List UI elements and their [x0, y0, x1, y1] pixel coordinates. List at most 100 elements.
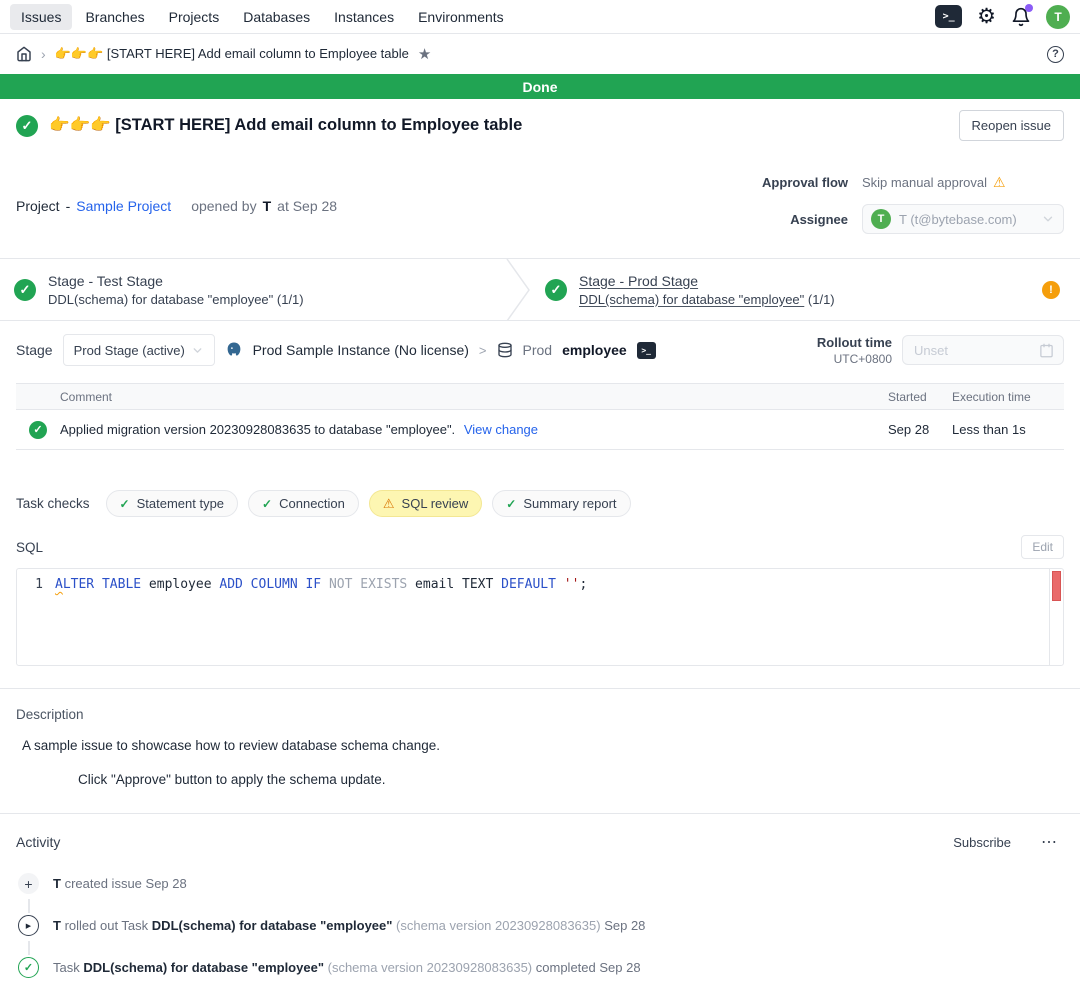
activity-item-text: T rolled out Task DDL(schema) for databa… — [53, 918, 645, 933]
column-header-started: Started — [888, 390, 952, 404]
more-options-icon[interactable]: ⋯ — [1035, 831, 1064, 853]
stage-test-subtitle: DDL(schema) for database "employee" (1/1… — [48, 292, 304, 307]
open-sql-editor-icon[interactable]: >_ — [637, 342, 656, 359]
database-icon — [497, 342, 513, 358]
nav-item-environments[interactable]: Environments — [407, 4, 515, 30]
check-pill-label: Connection — [279, 496, 345, 511]
database-link[interactable]: employee — [562, 342, 627, 358]
issue-title: 👉👉👉 [START HERE] Add email column to Emp… — [49, 116, 948, 135]
rollout-time-input[interactable] — [912, 342, 1033, 359]
stage-alert-icon[interactable]: ! — [1042, 281, 1060, 299]
user-avatar[interactable]: T — [1046, 5, 1070, 29]
task-run-table: Comment Started Execution time ✓ Applied… — [16, 383, 1064, 450]
stage-detail-row: Stage Prod Stage (active) Prod Sample In… — [0, 321, 1080, 379]
activity-target: DDL(schema) for database "employee" — [152, 918, 393, 933]
sql-label: SQL — [16, 540, 43, 555]
gt-separator: > — [479, 343, 487, 358]
sql-code-line[interactable]: ALTER TABLE employee ADD COLUMN IF NOT E… — [55, 569, 1049, 665]
nav-item-instances[interactable]: Instances — [323, 4, 405, 30]
row-execution-time-cell: Less than 1s — [952, 422, 1064, 437]
approval-flow-text: Skip manual approval — [862, 175, 987, 190]
opened-by-user: T — [263, 198, 272, 214]
project-line: Project - Sample Project opened by T at … — [16, 174, 337, 234]
sql-token: '' — [564, 577, 580, 592]
check-pill-sql-review[interactable]: ⚠ SQL review — [369, 490, 482, 517]
task-checks-row: Task checks ✓ Statement type ✓ Connectio… — [0, 490, 1080, 517]
notifications-bell-icon[interactable] — [1011, 7, 1031, 27]
column-header-execution-time: Execution time — [952, 390, 1064, 404]
stage-prod-subtitle-link[interactable]: DDL(schema) for database "employee" — [579, 292, 804, 307]
activity-date: Sep 28 — [146, 876, 187, 891]
stage-separator-chevron — [505, 259, 531, 321]
check-warning-icon: ⚠ — [383, 496, 395, 512]
stage-select-label: Stage — [16, 342, 53, 358]
issue-title-row: ✓ 👉👉👉 [START HERE] Add email column to E… — [0, 99, 1080, 154]
postgres-icon — [225, 341, 243, 359]
check-pill-connection[interactable]: ✓ Connection — [248, 490, 359, 517]
rollout-block: Rollout time UTC+0800 — [817, 335, 1064, 366]
line-number-gutter: 1 — [17, 569, 55, 665]
breadcrumb-issue-title[interactable]: 👉👉👉 [START HERE] Add email column to Emp… — [55, 46, 409, 62]
favorite-star-icon[interactable]: ★ — [418, 45, 431, 63]
check-success-icon: ✓ — [262, 497, 272, 511]
stage-prod-title[interactable]: Stage - Prod Stage — [579, 273, 835, 289]
task-table-row[interactable]: ✓ Applied migration version 202309280836… — [16, 410, 1064, 450]
rollout-time-label: Rollout time — [817, 335, 892, 350]
stage-prod-subtitle: DDL(schema) for database "employee" (1/1… — [579, 292, 835, 307]
assignee-label: Assignee — [762, 212, 848, 227]
assignee-avatar: T — [871, 209, 891, 229]
stage-prod[interactable]: ✓ Stage - Prod Stage DDL(schema) for dat… — [531, 259, 1080, 320]
project-link[interactable]: Sample Project — [76, 198, 171, 214]
nav-item-projects[interactable]: Projects — [158, 4, 231, 30]
approval-flow-label: Approval flow — [762, 175, 848, 190]
settings-gear-icon[interactable]: ⚙ — [977, 6, 996, 27]
issue-done-check-icon: ✓ — [16, 115, 38, 137]
migration-comment: Applied migration version 20230928083635… — [60, 422, 455, 437]
row-comment-cell: Applied migration version 20230928083635… — [60, 422, 888, 437]
task-checks-label: Task checks — [16, 496, 90, 511]
activity-user: T — [53, 876, 61, 891]
approval-warning-icon[interactable]: ⚠ — [993, 174, 1006, 191]
sql-token: NOT EXISTS — [329, 577, 415, 592]
stage-test[interactable]: ✓ Stage - Test Stage DDL(schema) for dat… — [0, 259, 505, 320]
stage-prod-subtitle-count: (1/1) — [808, 292, 835, 307]
view-change-link[interactable]: View change — [464, 422, 538, 437]
check-pill-summary-report[interactable]: ✓ Summary report — [492, 490, 630, 517]
status-banner: Done — [0, 74, 1080, 99]
issue-meta-section: Project - Sample Project opened by T at … — [0, 154, 1080, 259]
main-nav: Issues Branches Projects Databases Insta… — [10, 4, 515, 30]
description-section: Description A sample issue to showcase h… — [0, 689, 1080, 787]
nav-item-databases[interactable]: Databases — [232, 4, 321, 30]
help-icon[interactable]: ? — [1047, 46, 1064, 63]
meta-right-panel: Approval flow Skip manual approval ⚠ Ass… — [762, 174, 1064, 234]
sql-token: email — [415, 577, 462, 592]
activity-header: Activity Subscribe ⋯ — [16, 831, 1064, 853]
check-pill-statement-type[interactable]: ✓ Statement type — [106, 490, 239, 517]
calendar-icon — [1039, 343, 1054, 358]
rollout-labels: Rollout time UTC+0800 — [817, 335, 892, 366]
completed-check-icon: ✓ — [18, 957, 39, 978]
activity-section: Activity Subscribe ⋯ + T created issue S… — [0, 814, 1080, 999]
assignee-select[interactable]: T T (t@bytebase.com) — [862, 204, 1064, 234]
activity-action: created issue — [65, 876, 142, 891]
opened-by-prefix: opened by — [191, 198, 256, 214]
db-env-prefix: Prod — [523, 342, 553, 358]
check-success-icon: ✓ — [506, 497, 516, 511]
check-success-icon: ✓ — [120, 497, 130, 511]
stage-test-title: Stage - Test Stage — [48, 273, 304, 289]
description-heading: Description — [16, 707, 1064, 722]
activity-user: T — [53, 918, 61, 933]
stage-select[interactable]: Prod Stage (active) — [63, 334, 215, 366]
nav-item-issues[interactable]: Issues — [10, 4, 72, 30]
stage-test-check-icon: ✓ — [14, 279, 36, 301]
subscribe-button[interactable]: Subscribe — [947, 834, 1017, 851]
home-icon[interactable] — [16, 46, 32, 62]
sql-editor[interactable]: 1 ALTER TABLE employee ADD COLUMN IF NOT… — [16, 568, 1064, 666]
sql-editor-terminal-icon[interactable]: >_ — [935, 5, 962, 28]
reopen-issue-button[interactable]: Reopen issue — [959, 110, 1065, 141]
editor-annotation-gutter[interactable] — [1049, 569, 1063, 665]
sql-edit-button[interactable]: Edit — [1021, 535, 1064, 559]
nav-item-branches[interactable]: Branches — [74, 4, 155, 30]
nav-right-cluster: >_ ⚙ T — [935, 5, 1070, 29]
sql-token: LTER TABLE — [63, 577, 149, 592]
